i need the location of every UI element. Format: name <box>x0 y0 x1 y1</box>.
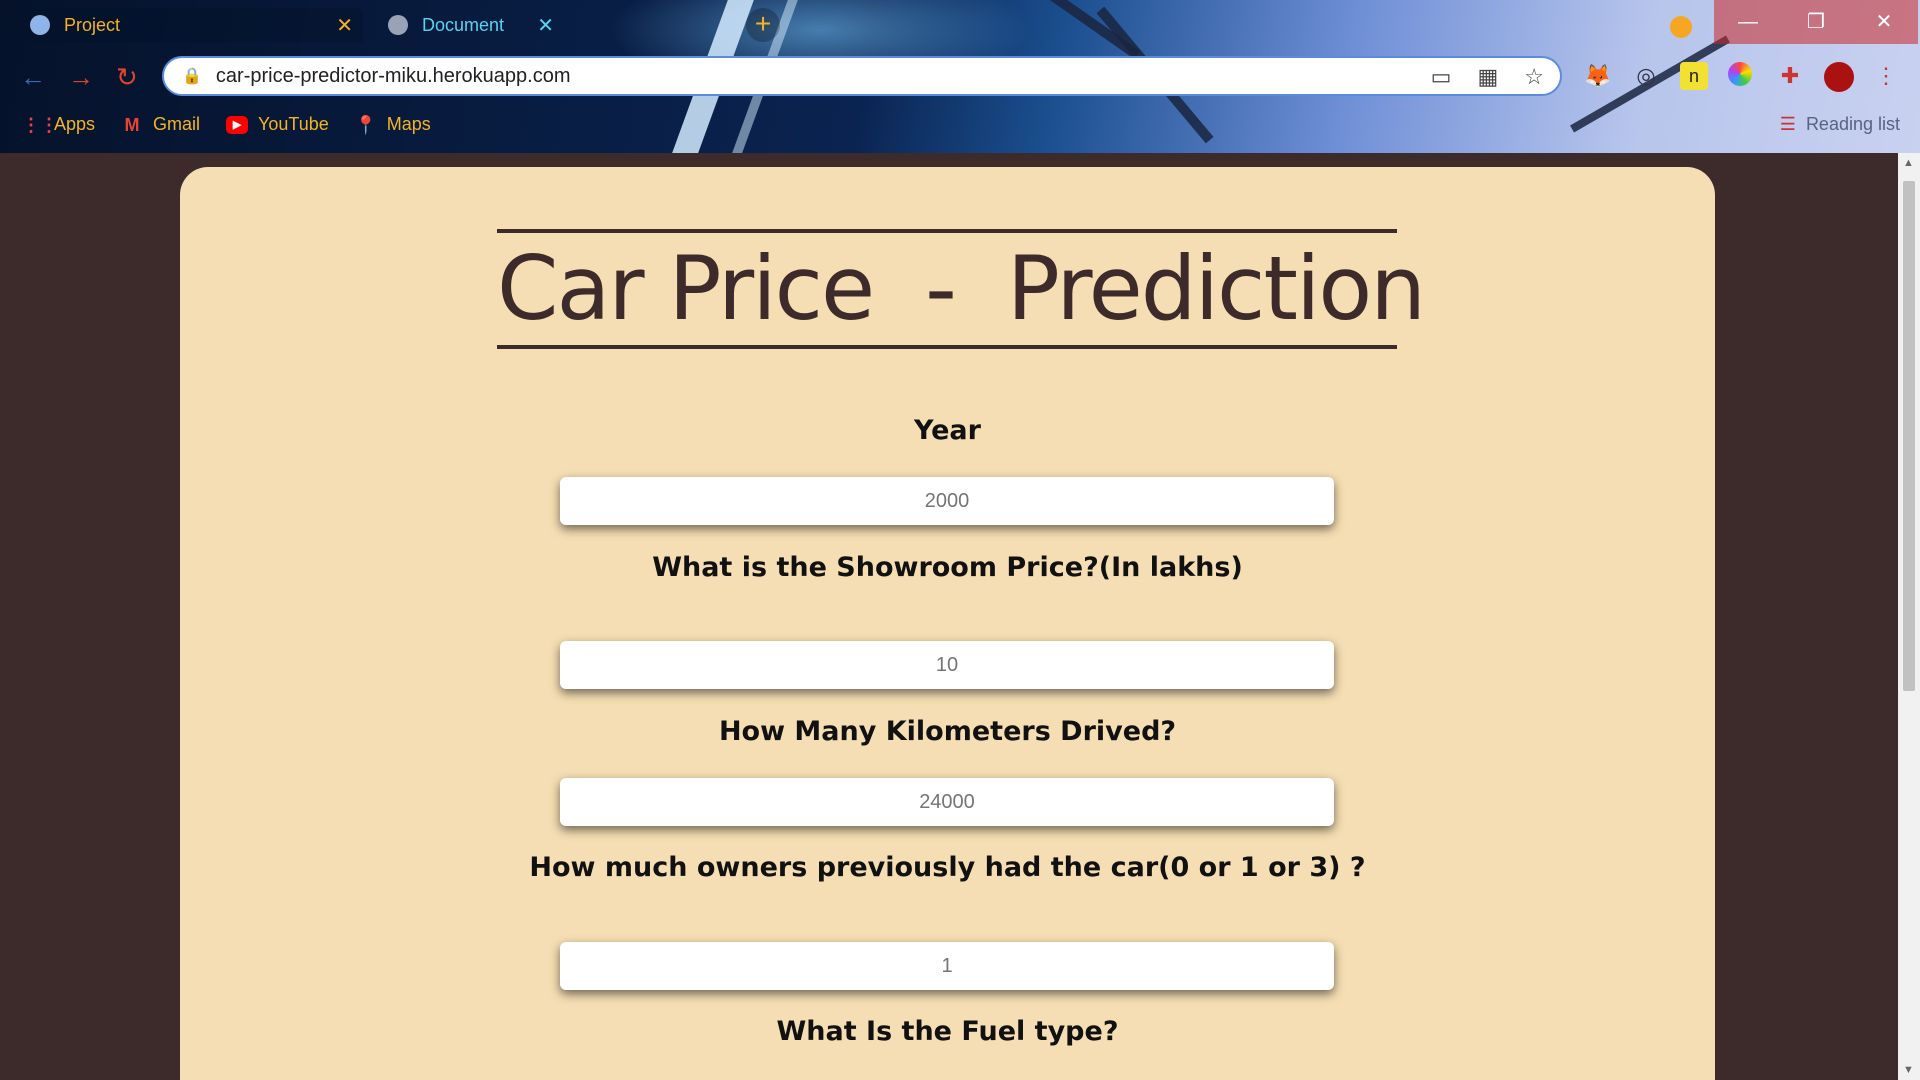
profile-dot-icon <box>1670 16 1692 38</box>
scrollbar-thumb[interactable] <box>1903 181 1915 691</box>
qr-code-icon[interactable]: ▦ <box>1477 64 1498 90</box>
bookmark-label: Gmail <box>153 114 201 134</box>
bookmark-apps[interactable]: ⋮⋮ Apps <box>22 114 95 135</box>
maps-icon: 📍 <box>354 114 378 135</box>
kilometers-input[interactable] <box>560 778 1334 826</box>
year-input[interactable] <box>560 477 1334 525</box>
year-label: Year <box>914 415 981 446</box>
owners-input[interactable] <box>560 942 1334 990</box>
tab-title: Project <box>64 14 121 35</box>
bookmark-gmail[interactable]: M Gmail <box>121 114 201 135</box>
fuel-type-label: What Is the Fuel type? <box>776 1016 1119 1047</box>
bookmarks-bar: ⋮⋮ Apps M Gmail ▶ YouTube 📍 Maps <box>22 114 431 135</box>
close-tab-icon[interactable]: ✕ <box>336 13 353 38</box>
apps-grid-icon: ⋮⋮ <box>22 114 58 135</box>
bookmark-label: Apps <box>54 114 96 134</box>
tab-document[interactable]: Document ✕ <box>376 8 716 42</box>
vertical-scrollbar[interactable]: ▲ ▼ <box>1898 153 1920 1080</box>
page-title: Car Price - Prediction <box>497 237 1426 340</box>
restore-icon[interactable]: ❐ <box>1782 0 1850 44</box>
menu-kebab-icon[interactable]: ⋮ <box>1872 62 1900 90</box>
address-bar[interactable]: 🔒 car-price-predictor-miku.herokuapp.com… <box>162 56 1562 96</box>
cast-icon[interactable]: ▭ <box>1431 64 1452 90</box>
bookmark-label: Maps <box>386 114 431 134</box>
bookmark-youtube[interactable]: ▶ YouTube <box>226 114 329 135</box>
new-tab-button[interactable]: + <box>746 8 780 42</box>
page-viewport: Car Price - Prediction Year What is the … <box>0 153 1898 1080</box>
browser-chrome: Project ✕ Document ✕ + — ❐ ✕ ← → ↻ 🔒 car… <box>0 0 1920 153</box>
project-favicon-icon <box>30 15 50 35</box>
scroll-down-icon[interactable]: ▼ <box>1903 1064 1914 1076</box>
bookmark-star-icon[interactable]: ☆ <box>1524 64 1544 90</box>
profile-avatar[interactable] <box>1824 62 1854 92</box>
minimize-icon[interactable]: — <box>1714 0 1782 44</box>
bookmark-label: YouTube <box>258 114 329 134</box>
extension-n-icon[interactable]: n <box>1680 62 1708 90</box>
tab-project[interactable]: Project ✕ <box>18 8 363 42</box>
kilometers-label: How Many Kilometers Drived? <box>718 716 1177 747</box>
form-card: Car Price - Prediction Year What is the … <box>180 167 1715 1080</box>
reading-list-icon: ☰ <box>1779 114 1796 134</box>
lock-icon: 🔒 <box>182 68 202 85</box>
showroom-price-input[interactable] <box>560 641 1334 689</box>
reading-list-label: Reading list <box>1805 114 1900 134</box>
close-tab-icon[interactable]: ✕ <box>537 13 554 38</box>
extensions-puzzle-icon[interactable]: ✚ <box>1776 62 1804 90</box>
title-block: Car Price - Prediction <box>497 229 1426 349</box>
reload-icon[interactable]: ↻ <box>116 62 138 93</box>
reading-list-button[interactable]: ☰ Reading list <box>1780 114 1900 135</box>
owners-label: How much owners previously had the car(0… <box>529 852 1366 883</box>
extension-glasses-icon[interactable]: ◎ <box>1632 62 1660 90</box>
showroom-price-label: What is the Showroom Price?(In lakhs) <box>652 552 1243 583</box>
back-icon[interactable]: ← <box>20 62 46 93</box>
url-text: car-price-predictor-miku.herokuapp.com <box>215 64 571 87</box>
globe-favicon-icon <box>388 15 408 35</box>
tab-title: Document <box>422 14 505 35</box>
gmail-icon: M <box>124 114 140 135</box>
scroll-up-icon[interactable]: ▲ <box>1903 157 1914 169</box>
metamask-icon[interactable]: 🦊 <box>1584 62 1612 90</box>
color-picker-icon[interactable] <box>1728 62 1752 86</box>
forward-icon[interactable]: → <box>68 62 94 93</box>
close-window-icon[interactable]: ✕ <box>1850 0 1918 44</box>
bookmark-maps[interactable]: 📍 Maps <box>355 114 431 135</box>
youtube-icon: ▶ <box>226 115 249 134</box>
